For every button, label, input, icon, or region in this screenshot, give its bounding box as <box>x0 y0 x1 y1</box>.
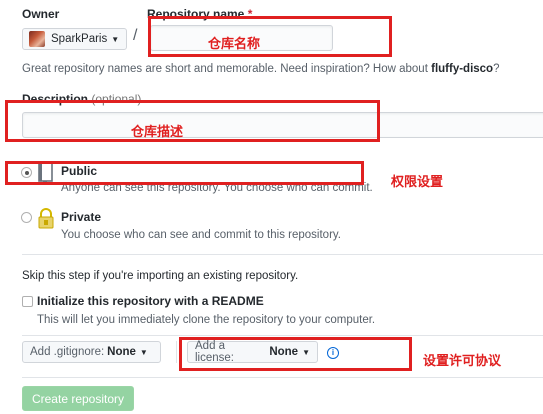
private-label: Private <box>61 210 102 224</box>
init-readme-label: Initialize this repository with a README <box>37 294 264 308</box>
description-annotation: 仓库描述 <box>131 125 184 140</box>
create-repository-button[interactable]: Create repository <box>22 386 134 411</box>
chevron-down-icon: ▼ <box>111 34 120 44</box>
owner-dropdown[interactable]: SparkParis ▼ <box>22 28 127 50</box>
visibility-highlight <box>5 161 364 185</box>
init-readme-checkbox[interactable] <box>22 296 33 307</box>
private-desc: You choose who can see and commit to thi… <box>61 229 341 241</box>
license-annotation: 设置许可协议 <box>423 354 502 369</box>
gitignore-label: Add .gitignore: <box>30 346 105 358</box>
repo-name-highlight <box>148 16 392 57</box>
path-separator: / <box>133 27 138 44</box>
private-radio[interactable] <box>21 212 32 223</box>
repo-name-annotation: 仓库名称 <box>208 37 261 52</box>
hint-text: Great repository names are short and mem… <box>22 63 432 75</box>
gitignore-dropdown[interactable]: Add .gitignore: None ▼ <box>22 341 161 363</box>
suggestion-link[interactable]: fluffy-disco <box>431 63 493 75</box>
chevron-down-icon: ▼ <box>139 347 148 357</box>
vertical-divider <box>176 341 177 363</box>
avatar <box>29 31 45 47</box>
description-highlight <box>5 100 380 142</box>
owner-label: Owner <box>22 7 60 21</box>
divider <box>22 335 543 336</box>
divider <box>22 377 543 378</box>
skip-text: Skip this step if you're importing an ex… <box>22 270 299 282</box>
divider <box>22 254 543 255</box>
gitignore-value: None <box>107 346 136 358</box>
hint-end: ? <box>493 63 500 75</box>
license-highlight <box>179 337 412 371</box>
owner-value: SparkParis <box>51 33 108 45</box>
init-readme-desc: This will let you immediately clone the … <box>37 314 376 326</box>
visibility-annotation: 权限设置 <box>391 175 444 190</box>
lock-icon <box>38 208 54 229</box>
name-hint: Great repository names are short and mem… <box>22 63 500 75</box>
